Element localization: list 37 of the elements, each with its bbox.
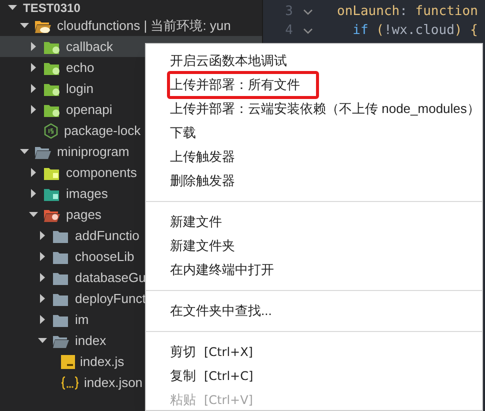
menu-item[interactable]: 上传并部署：所有文件 [146,73,482,97]
fold-chevron-icon [303,26,313,34]
line-number: 4 [284,22,293,40]
braces-icon [61,376,79,390]
menu-item[interactable]: 删除触发器 [146,169,482,193]
menu-item[interactable]: 在文件夹中查找... [146,299,482,323]
line-number: 3 [284,2,293,21]
project-title[interactable]: TEST0310 [23,0,80,16]
collapsed-arrow-icon [38,252,47,261]
menu-item[interactable]: 上传触发器 [146,145,482,169]
menu-item[interactable]: 新建文件夹 [146,234,482,258]
collapsed-arrow-icon [29,84,38,93]
collapsed-arrow-icon [29,189,38,198]
collapsed-arrow-icon [29,168,38,177]
menu-item[interactable]: 剪切 [Ctrl+X] [146,340,482,364]
collapsed-arrow-icon [38,294,47,303]
fold-chevron-icon [303,8,313,16]
code-line: if (!wx.cloud) { [352,22,478,40]
collapsed-arrow-icon [29,105,38,114]
collapsed-arrow-icon [38,273,47,282]
collapsed-arrow-icon [29,63,38,72]
collapsed-arrow-icon [38,315,47,324]
expanded-arrow-icon [29,210,38,219]
collapsed-arrow-icon [38,231,47,240]
menu-item[interactable]: 在内建终端中打开 [146,258,482,282]
expanded-arrow-icon [20,147,29,156]
menu-item[interactable]: 下载 [146,121,482,145]
tree-item[interactable]: cloudfunctions | 当前环境: yun [0,15,262,36]
expanded-arrow-icon [38,336,47,345]
js-file-icon [61,354,75,368]
menu-item[interactable]: 新建文件 [146,210,482,234]
collapsed-arrow-icon [29,42,38,51]
expanded-arrow-icon [20,21,29,30]
code-line: onLaunch: function [337,2,478,21]
hexagon-icon [43,122,59,138]
menu-item[interactable]: 上传并部署：云端安装依赖（不上传 node_modules） [146,97,482,121]
menu-item[interactable]: 复制 [Ctrl+C] [146,364,482,388]
